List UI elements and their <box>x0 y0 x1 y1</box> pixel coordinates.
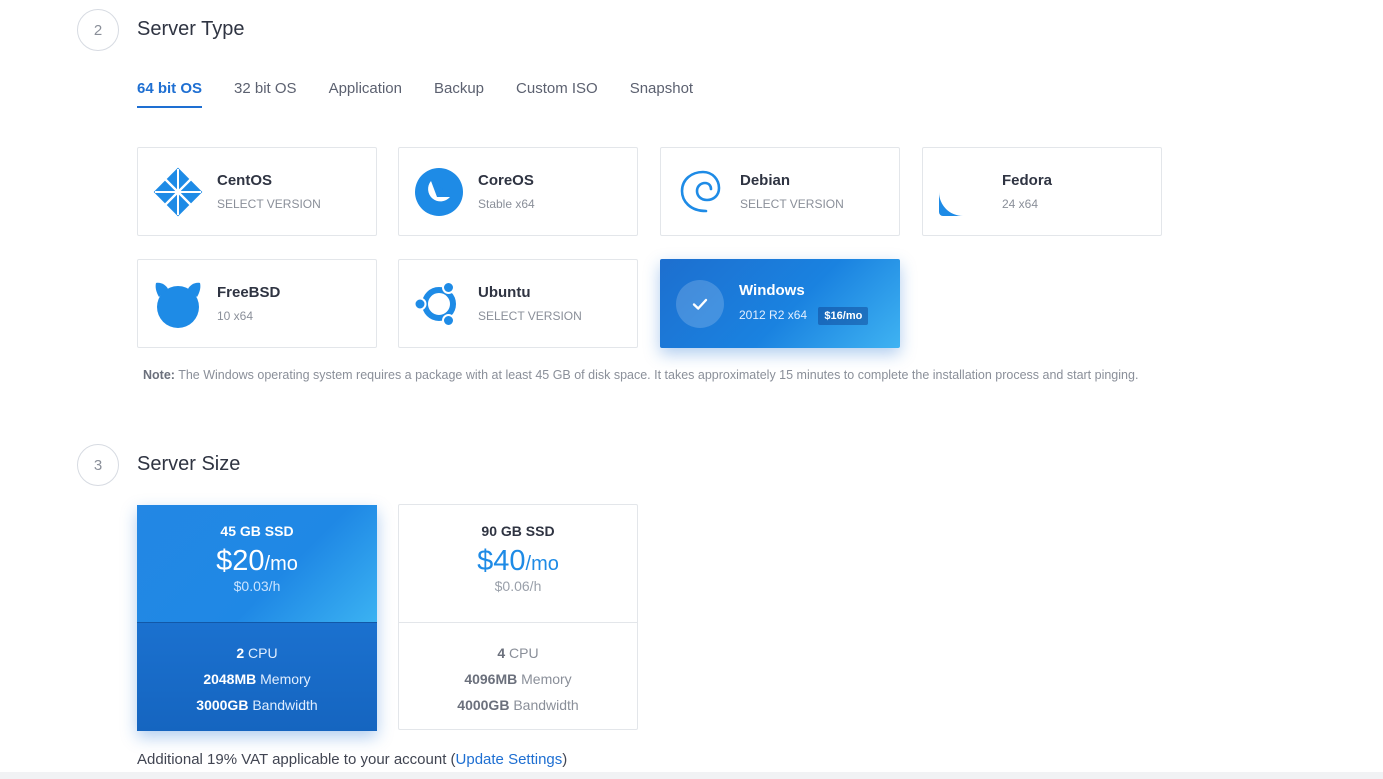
bandwidth-label: Bandwidth <box>248 697 318 713</box>
os-card-coreos[interactable]: CoreOS Stable x64 <box>398 147 638 236</box>
tab-64-bit-os[interactable]: 64 bit OS <box>137 80 203 108</box>
memory-value: 4096MB <box>464 671 518 687</box>
windows-note: Note: The Windows operating system requi… <box>143 363 1173 388</box>
plan-price: $40/mo <box>399 545 637 578</box>
server-size-title: Server Size <box>137 453 241 475</box>
cpu-value: 2 <box>236 645 245 661</box>
os-card-debian[interactable]: Debian SELECT VERSION <box>660 147 900 236</box>
plan-header: 90 GB SSD $40/mo $0.06/h <box>399 505 637 622</box>
os-version: SELECT VERSION <box>740 197 844 211</box>
tab-snapshot[interactable]: Snapshot <box>630 80 693 108</box>
os-card-windows[interactable]: Windows 2012 R2 x64 $16/mo <box>660 259 900 348</box>
ubuntu-icon <box>414 279 464 329</box>
os-name: Ubuntu <box>478 284 531 301</box>
os-version: Stable x64 <box>478 197 535 211</box>
update-settings-link[interactable]: Update Settings <box>456 751 563 768</box>
bandwidth-value: 4000GB <box>457 697 510 713</box>
plan-hourly: $0.06/h <box>494 578 542 594</box>
plan-price-value: $40 <box>477 545 526 577</box>
plan-specs: 2 CPU 2048MB Memory 3000GB Bandwidth <box>137 622 377 731</box>
os-version: 10 x64 <box>217 309 254 323</box>
os-name: CentOS <box>217 172 273 189</box>
plan-header: 45 GB SSD $20/mo $0.03/h <box>137 505 377 622</box>
plan-price-period: /mo <box>525 553 559 575</box>
freebsd-icon <box>153 279 203 329</box>
plan-memory: 2048MB Memory <box>137 666 377 692</box>
memory-label: Memory <box>256 671 311 687</box>
coreos-icon <box>414 167 464 217</box>
os-version: 2012 R2 x64 <box>739 308 808 322</box>
step-number: 2 <box>93 21 103 39</box>
os-tabs: 64 bit OS 32 bit OS Application Backup C… <box>137 80 725 108</box>
cpu-label: CPU <box>244 645 278 661</box>
plan-card-90gb[interactable]: 90 GB SSD $40/mo $0.06/h 4 CPU 4096MB Me… <box>398 504 638 730</box>
os-card-freebsd[interactable]: FreeBSD 10 x64 <box>137 259 377 348</box>
plan-title: 45 GB SSD <box>220 523 294 539</box>
bandwidth-value: 3000GB <box>196 697 249 713</box>
memory-value: 2048MB <box>203 671 257 687</box>
plan-specs: 4 CPU 4096MB Memory 4000GB Bandwidth <box>399 622 637 718</box>
os-name: Windows <box>739 282 805 299</box>
plan-cpu: 2 CPU <box>137 640 377 666</box>
vat-notice: Additional 19% VAT applicable to your ac… <box>137 751 567 768</box>
tab-backup[interactable]: Backup <box>434 80 484 108</box>
fedora-icon <box>938 167 988 217</box>
os-name: FreeBSD <box>217 284 281 301</box>
os-version: 24 x64 <box>1002 197 1039 211</box>
note-text: The Windows operating system requires a … <box>174 368 1139 382</box>
step-number: 3 <box>93 456 103 474</box>
vat-suffix: ) <box>562 751 568 768</box>
plan-title: 90 GB SSD <box>481 523 555 539</box>
os-card-fedora[interactable]: Fedora 24 x64 <box>922 147 1162 236</box>
bandwidth-label: Bandwidth <box>509 697 579 713</box>
tab-custom-iso[interactable]: Custom ISO <box>516 80 598 108</box>
plan-bandwidth: 4000GB Bandwidth <box>399 692 637 718</box>
footer-bar <box>0 772 1383 779</box>
os-card-ubuntu[interactable]: Ubuntu SELECT VERSION <box>398 259 638 348</box>
note-label: Note: <box>143 368 175 382</box>
price-badge: $16/mo <box>818 307 869 325</box>
check-icon <box>676 279 724 328</box>
plan-price-period: /mo <box>264 553 298 575</box>
step-2-circle: 2 <box>77 9 119 51</box>
plan-hourly: $0.03/h <box>233 578 281 594</box>
os-version: SELECT VERSION <box>217 197 321 211</box>
server-type-title: Server Type <box>137 18 245 40</box>
selected-check <box>675 279 725 329</box>
os-version: SELECT VERSION <box>478 309 582 323</box>
debian-icon <box>676 167 726 217</box>
centos-icon <box>153 167 203 217</box>
step-3-circle: 3 <box>77 444 119 486</box>
plan-memory: 4096MB Memory <box>399 666 637 692</box>
os-name: CoreOS <box>478 172 534 189</box>
cpu-value: 4 <box>497 645 506 661</box>
plan-price-value: $20 <box>216 545 265 577</box>
plan-bandwidth: 3000GB Bandwidth <box>137 692 377 718</box>
tab-application[interactable]: Application <box>329 80 402 108</box>
os-name: Debian <box>740 172 791 189</box>
plan-card-45gb[interactable]: 45 GB SSD $20/mo $0.03/h 2 CPU 2048MB Me… <box>137 505 377 731</box>
tab-32-bit-os[interactable]: 32 bit OS <box>234 80 297 108</box>
os-version-row: 2012 R2 x64 $16/mo <box>739 307 869 325</box>
os-card-centos[interactable]: CentOS SELECT VERSION <box>137 147 377 236</box>
cpu-label: CPU <box>505 645 539 661</box>
plan-price: $20/mo <box>137 545 377 578</box>
memory-label: Memory <box>517 671 572 687</box>
vat-prefix: Additional 19% VAT applicable to your ac… <box>137 751 456 768</box>
plan-cpu: 4 CPU <box>399 640 637 666</box>
os-name: Fedora <box>1002 172 1053 189</box>
